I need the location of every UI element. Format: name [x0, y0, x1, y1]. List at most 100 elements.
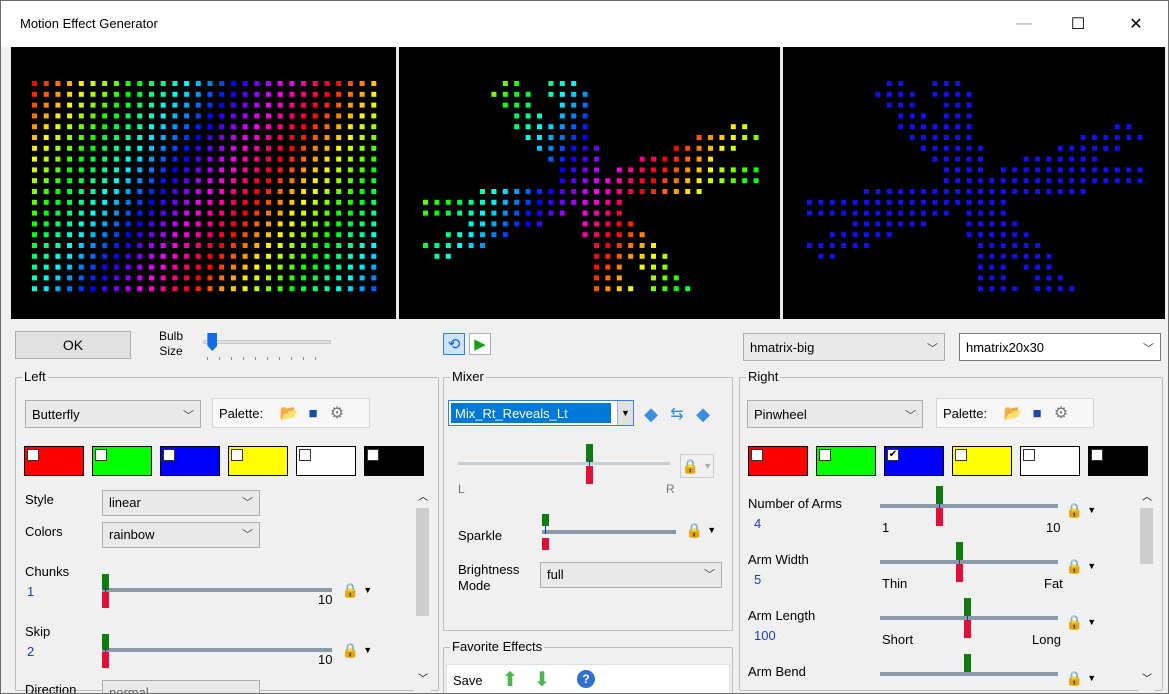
arrow-up-green-icon[interactable]: ⬆: [499, 668, 521, 691]
swatch-checkbox[interactable]: [367, 449, 379, 461]
matrix-bulb: [78, 167, 84, 173]
right-scroll-thumb[interactable]: [1140, 508, 1153, 564]
bulb-size-slider[interactable]: [203, 333, 335, 363]
arm-bend-lock[interactable]: 🔒 ▼: [1064, 666, 1098, 690]
chevron-down-icon: ▼: [363, 645, 373, 655]
mix-lock[interactable]: 🔒 ▼: [680, 454, 714, 478]
matrix-bulb: [67, 286, 73, 292]
matrix-bulb: [219, 91, 225, 97]
arm-length-lock[interactable]: 🔒 ▼: [1064, 610, 1098, 634]
right-effect-combo[interactable]: Pinwheel ﹀: [747, 400, 923, 428]
pinwheel-bulb: [582, 124, 588, 130]
matrix-bulb: [277, 286, 283, 292]
swatch-checkbox[interactable]: [751, 449, 763, 461]
swatch-checkbox[interactable]: [27, 449, 39, 461]
swatch-checkbox[interactable]: [231, 449, 243, 461]
right-scrollbar[interactable]: ︿ ﹀: [1138, 486, 1155, 692]
matrix-bulb: [195, 275, 201, 281]
arrow-down-green-icon[interactable]: ⬇: [531, 668, 553, 691]
pinwheel-bulb: [966, 199, 972, 205]
bulb-size-thumb[interactable]: [207, 333, 218, 351]
help-icon[interactable]: ?: [577, 670, 595, 688]
gear-icon[interactable]: ⚙: [1051, 403, 1071, 423]
matrix-size-combo[interactable]: hmatrix20x30 ﹀: [959, 333, 1161, 361]
right-palette-swatch[interactable]: [1020, 446, 1080, 476]
open-folder-icon[interactable]: 📂: [1003, 403, 1023, 423]
sparkle-slider[interactable]: [542, 514, 678, 558]
open-folder-icon[interactable]: 📂: [279, 403, 299, 423]
ok-button[interactable]: OK: [15, 331, 131, 359]
pinwheel-bulb: [1114, 124, 1120, 130]
scroll-up-icon[interactable]: ︿: [1142, 488, 1152, 503]
chunks-lock[interactable]: 🔒 ▼: [340, 578, 374, 602]
left-palette-swatch[interactable]: [24, 446, 84, 476]
skip-lock[interactable]: 🔒 ▼: [340, 638, 374, 662]
arrow-right-icon[interactable]: ◆: [692, 404, 714, 424]
left-scrollbar[interactable]: ︿ ﹀: [414, 486, 431, 692]
direction-combo[interactable]: normal: [102, 680, 260, 693]
minimize-button[interactable]: —: [1001, 9, 1047, 39]
matrix-bulb: [102, 113, 108, 119]
swatch-checkbox[interactable]: [819, 449, 831, 461]
loop-icon[interactable]: ⟲: [443, 333, 465, 355]
arm-bend-slider[interactable]: [880, 654, 1060, 693]
right-palette-swatch[interactable]: [952, 446, 1012, 476]
matrix-bulb: [78, 156, 84, 162]
swatch-checkbox[interactable]: [955, 449, 967, 461]
right-palette-swatch[interactable]: [748, 446, 808, 476]
right-palette-swatch[interactable]: [816, 446, 876, 476]
left-effect-combo[interactable]: Butterfly ﹀: [25, 400, 201, 428]
mix-slider[interactable]: [458, 436, 674, 486]
pinwheel-bulb: [514, 199, 520, 205]
sparkle-lock[interactable]: 🔒 ▼: [684, 518, 718, 542]
style-combo[interactable]: linear ﹀: [102, 490, 260, 516]
swatch-checkbox[interactable]: ✔: [887, 449, 899, 461]
left-palette-swatch[interactable]: [364, 446, 424, 476]
chunks-slider[interactable]: [102, 574, 334, 608]
close-button[interactable]: ✕: [1113, 9, 1159, 39]
matrix-bulb: [336, 199, 342, 205]
left-palette-swatch[interactable]: [92, 446, 152, 476]
matrix-bulb: [324, 275, 330, 281]
number-of-arms-lock[interactable]: 🔒 ▼: [1064, 498, 1098, 522]
arm-width-lock[interactable]: 🔒 ▼: [1064, 554, 1098, 578]
pinwheel-bulb: [708, 167, 713, 173]
left-palette-swatch[interactable]: [296, 446, 356, 476]
maximize-button[interactable]: ☐: [1055, 9, 1101, 39]
brightness-mode-combo[interactable]: full ﹀: [540, 562, 722, 588]
swatch-checkbox[interactable]: [299, 449, 311, 461]
right-palette-swatch[interactable]: [1088, 446, 1148, 476]
colors-combo[interactable]: rainbow ﹀: [102, 522, 260, 548]
scroll-down-icon[interactable]: ﹀: [1142, 670, 1152, 685]
save-disk-icon[interactable]: ■: [303, 403, 323, 423]
pinwheel-bulb: [445, 243, 451, 248]
right-palette-swatch[interactable]: ✔: [884, 446, 944, 476]
left-scroll-thumb[interactable]: [416, 508, 429, 616]
matrix-bulb: [289, 124, 295, 130]
scroll-down-icon[interactable]: ﹀: [418, 670, 428, 685]
matrix-bulb: [219, 113, 225, 119]
left-palette-swatch[interactable]: [228, 446, 288, 476]
scroll-up-icon[interactable]: ︿: [418, 488, 428, 503]
swatch-checkbox[interactable]: [1023, 449, 1035, 461]
play-icon[interactable]: ▶: [469, 333, 491, 355]
number-of-arms-slider[interactable]: [880, 486, 1060, 526]
pinwheel-bulb: [559, 178, 565, 184]
matrix-bulb: [219, 210, 225, 216]
matrix-bulb: [301, 156, 307, 162]
pinwheel-bulb: [989, 275, 995, 281]
skip-slider[interactable]: [102, 634, 334, 668]
swap-icon[interactable]: ⇆: [666, 404, 688, 424]
swatch-checkbox[interactable]: [1091, 449, 1103, 461]
matrix-bulb: [160, 167, 166, 173]
swatch-checkbox[interactable]: [95, 449, 107, 461]
swatch-checkbox[interactable]: [163, 449, 175, 461]
gear-icon[interactable]: ⚙: [327, 403, 347, 423]
arrow-left-icon[interactable]: ◆: [640, 404, 662, 424]
mix-mode-combo[interactable]: Mix_Rt_Reveals_Lt ▼: [448, 400, 634, 426]
model-combo[interactable]: hmatrix-big ﹀: [743, 333, 945, 361]
save-disk-icon[interactable]: ■: [1027, 403, 1047, 423]
matrix-bulb: [184, 135, 190, 140]
matrix-bulb: [160, 199, 166, 205]
left-palette-swatch[interactable]: [160, 446, 220, 476]
